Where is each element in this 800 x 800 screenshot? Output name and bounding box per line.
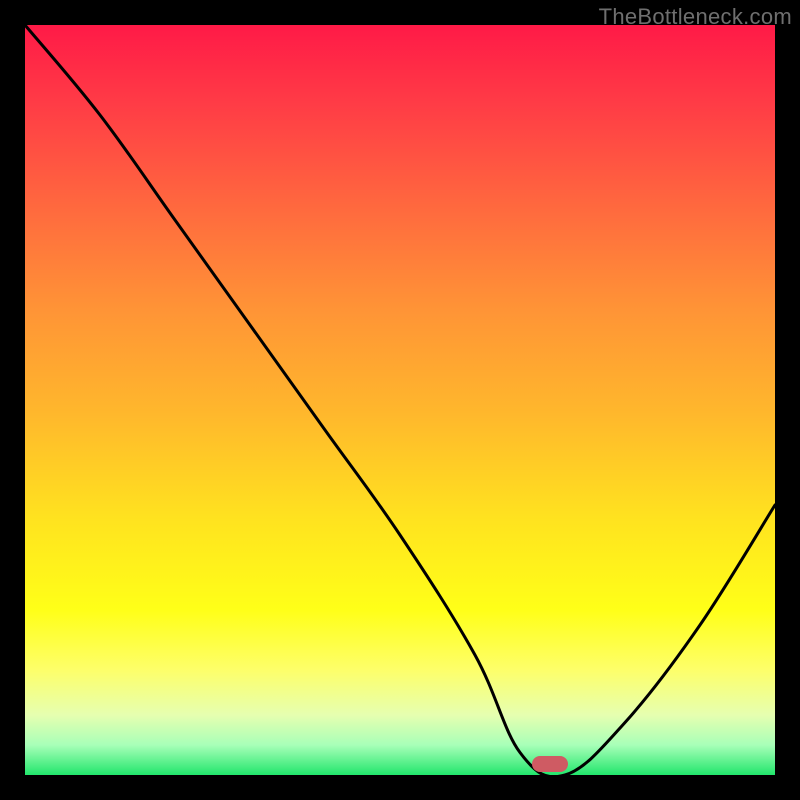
chart-frame: TheBottleneck.com (0, 0, 800, 800)
plot-area (25, 25, 775, 775)
background-gradient (25, 25, 775, 775)
